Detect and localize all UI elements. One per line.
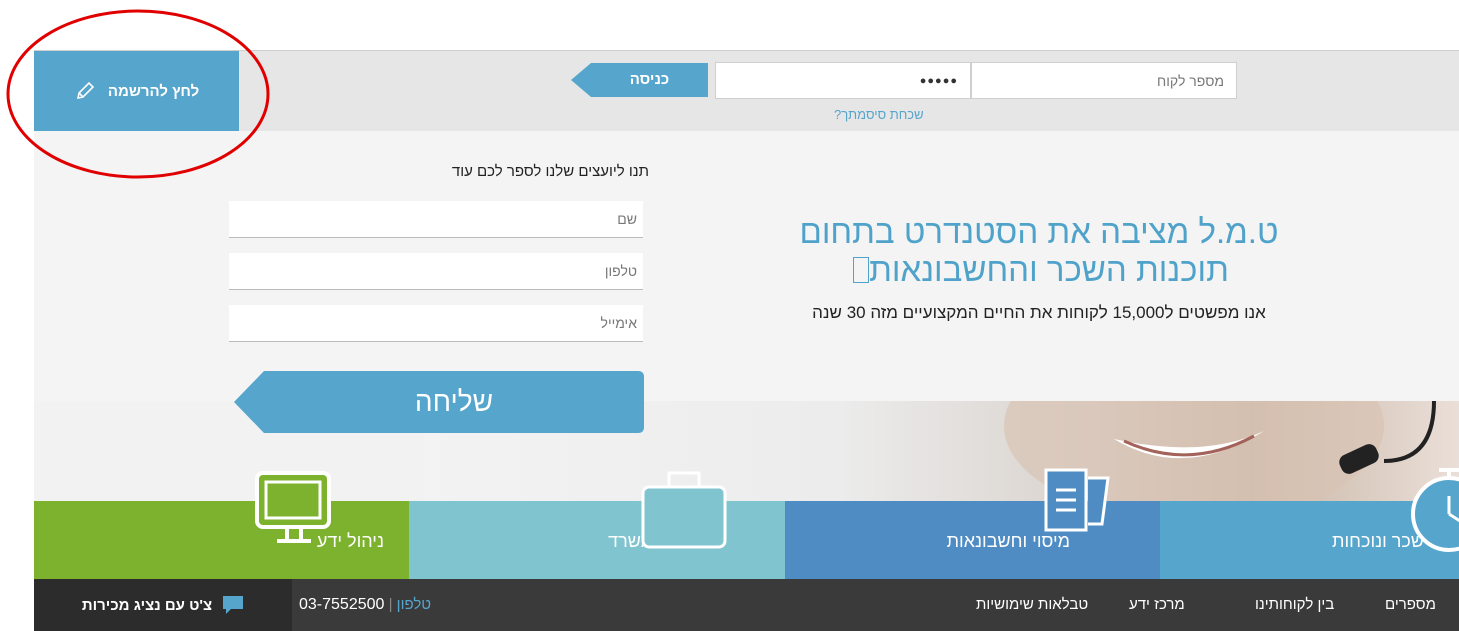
hero-headline-line1: ט.מ.ל מציבה את הסטנדרט בתחום	[799, 213, 1279, 250]
phone-label: טלפון	[396, 596, 432, 613]
phone-separator: |	[388, 596, 397, 613]
chat-label: צ'ט עם נציג מכירות	[81, 596, 213, 614]
nav-useful-tables[interactable]: טבלאות שימושיות	[976, 596, 1088, 613]
customer-number-input[interactable]: מספר לקוח	[971, 62, 1237, 99]
chat-bubble-icon	[223, 596, 244, 614]
phone-number: 03-7552500	[299, 596, 385, 613]
chat-button[interactable]: צ'ט עם נציג מכירות	[34, 579, 292, 631]
stopwatch-icon	[1411, 468, 1459, 552]
document-icon	[1044, 468, 1110, 532]
nav-among-our-clients[interactable]: בין לקוחותינו	[1255, 596, 1334, 613]
login-label: כניסה	[629, 71, 670, 88]
monitor-icon	[255, 471, 331, 543]
hero-headline-line2-text: תוכנות השכר והחשבונאות	[869, 251, 1229, 288]
send-label: שליחה	[414, 386, 494, 417]
forgot-password-link[interactable]: שכחת סיסמתך?	[834, 107, 924, 122]
nav-numbers[interactable]: מספרים	[1385, 596, 1436, 613]
customer-number-placeholder: מספר לקוח	[1157, 72, 1224, 89]
phone-field[interactable]: טלפון	[229, 253, 643, 290]
red-highlight-circle	[6, 9, 270, 179]
name-placeholder: שם	[617, 211, 637, 227]
hero-subline: אנו מפשטים ל15,000 לקוחות את החיים המקצו…	[812, 303, 1266, 322]
missing-glyph-box	[853, 257, 870, 283]
send-button[interactable]: שליחה	[234, 371, 644, 433]
contact-form-title: תנו ליועצים שלנו לספר לכם עוד	[451, 163, 649, 180]
phone-placeholder: טלפון	[604, 263, 637, 279]
briefcase-icon	[641, 471, 727, 549]
name-field[interactable]: שם	[229, 201, 643, 238]
bottom-bar: צ'ט עם נציג מכירות 03-7552500 | טלפון טב…	[34, 579, 1459, 631]
password-input[interactable]: ●●●●●	[715, 62, 971, 99]
tile-knowledge-management[interactable]: ניהול ידע	[34, 501, 409, 579]
password-value: ●●●●●	[919, 74, 958, 87]
email-placeholder: אימייל	[600, 315, 637, 331]
nav-knowledge-center[interactable]: מרכז ידע	[1129, 596, 1185, 613]
hero-headline-line2: תוכנות השכר והחשבונאות	[724, 251, 1354, 289]
hero-headline: ט.מ.ל מציבה את הסטנדרט בתחום תוכנות השכר…	[724, 213, 1354, 289]
login-button[interactable]: כניסה	[571, 63, 708, 97]
phone-info: 03-7552500 | טלפון	[299, 596, 431, 614]
email-field[interactable]: אימייל	[229, 305, 643, 342]
